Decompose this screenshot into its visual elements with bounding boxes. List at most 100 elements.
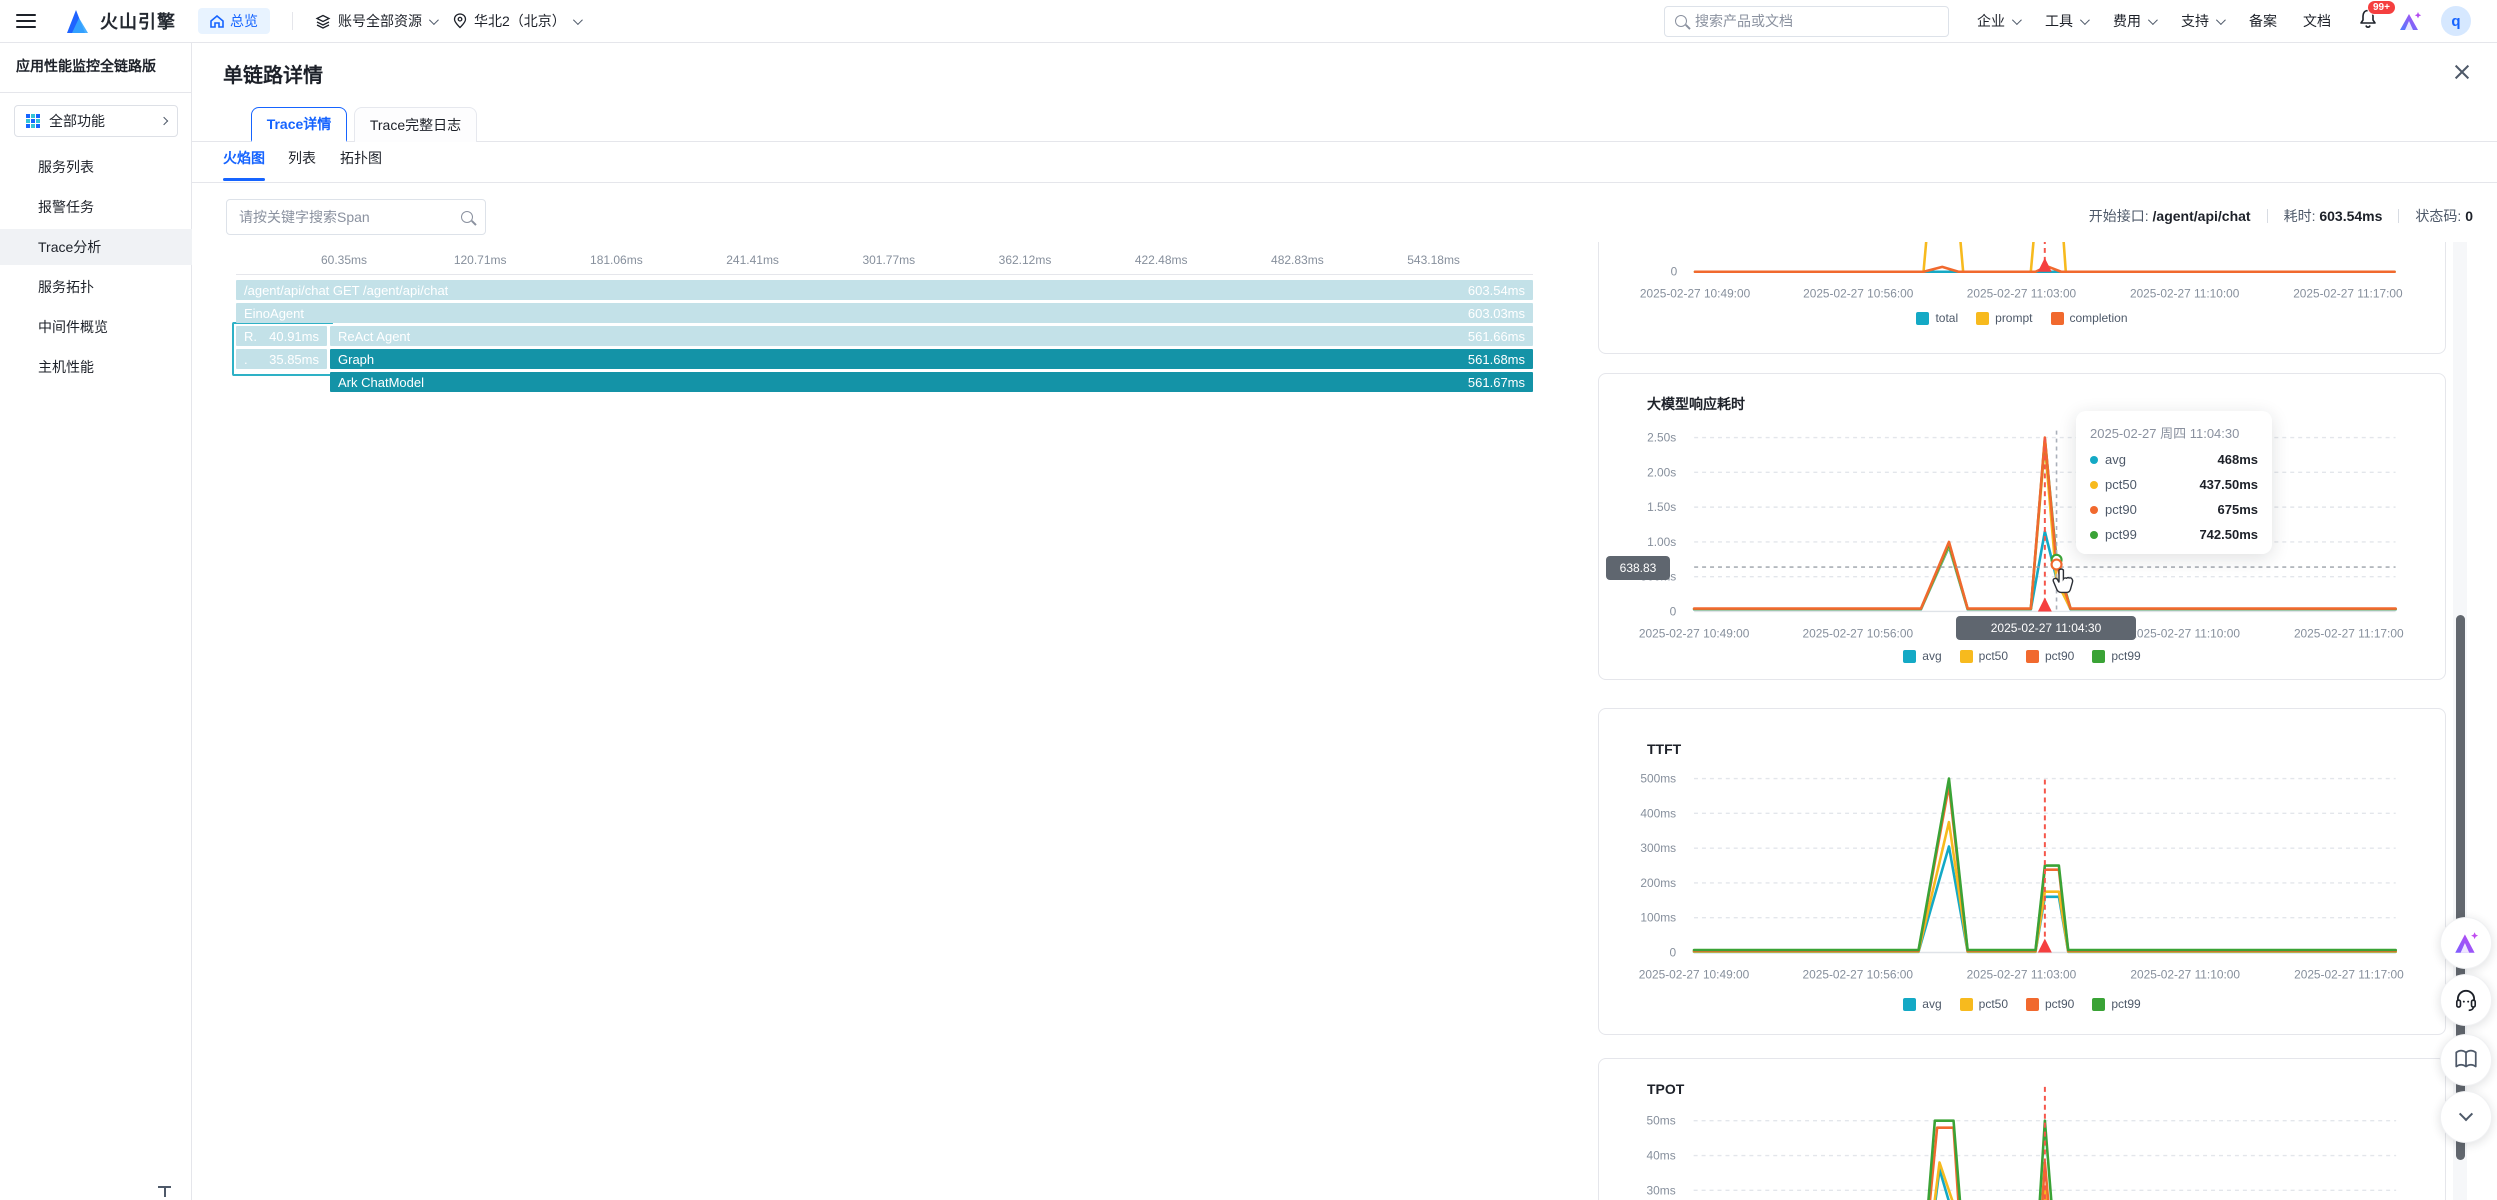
legend-swatch <box>1903 998 1916 1011</box>
flame-axis-tick: 241.41ms <box>708 253 798 267</box>
legend-swatch <box>2026 998 2039 1011</box>
nav-menu-item-支持[interactable]: 支持 <box>2181 11 2223 31</box>
flame-span-bar[interactable]: Ark ChatModel561.67ms <box>330 372 1533 392</box>
span-label: Ark ChatModel <box>338 375 424 390</box>
hamburger-menu-icon[interactable] <box>16 14 36 28</box>
chart-card-ttft: 0100ms200ms300ms400ms500ms2025-02-27 10:… <box>1598 708 2446 1035</box>
close-icon[interactable] <box>2453 63 2471 81</box>
tooltip-timestamp: 2025-02-27 周四 11:04:30 <box>2090 423 2258 442</box>
trace-info-bar: 开始接口: /agent/api/chat耗时: 603.54ms状态码: 0 <box>2089 206 2473 226</box>
info-value: /agent/api/chat <box>2153 208 2251 224</box>
notifications-button[interactable]: 99+ <box>2357 8 2379 35</box>
x-axis-tick-label: 2025-02-27 11:03:00 <box>1967 967 2077 981</box>
legend-item-prompt[interactable]: prompt <box>1976 311 2032 325</box>
nav-menu-item-文档[interactable]: 文档 <box>2303 11 2331 31</box>
legend-item-pct90[interactable]: pct90 <box>2026 649 2074 663</box>
y-axis-tick-label: 2.50s <box>1647 431 1676 445</box>
x-axis-tick-label: 2025-02-27 11:10:00 <box>2130 626 2240 640</box>
flame-span-bar[interactable]: EinoAgent603.03ms <box>236 303 1533 323</box>
tooltip-series-name: pct90 <box>2105 502 2137 517</box>
legend-label: completion <box>2070 311 2128 325</box>
subtab-list[interactable]: 列表 <box>288 148 316 178</box>
location-pin-icon <box>453 13 467 29</box>
flame-span-bar[interactable]: /agent/api/chat GET /agent/api/chat603.5… <box>236 280 1533 300</box>
legend-item-avg[interactable]: avg <box>1903 997 1941 1011</box>
x-axis-tick-label: 2025-02-27 10:49:00 <box>1639 967 1750 981</box>
span-search-input[interactable] <box>239 209 461 225</box>
info-separator <box>2398 209 2399 223</box>
region-selector[interactable]: 华北2（北京） <box>453 11 580 31</box>
grid-apps-icon <box>25 113 41 129</box>
flame-span-bar[interactable]: ReAct Agent561.66ms <box>330 326 1533 346</box>
hover-point-marker <box>2052 560 2062 570</box>
product-search-box[interactable] <box>1664 6 1949 37</box>
flame-axis-tick: 181.06ms <box>571 253 661 267</box>
docs-button[interactable] <box>2440 1034 2492 1086</box>
info-value: 0 <box>2465 208 2473 224</box>
tooltip-series-value: 468ms <box>2218 452 2258 467</box>
flame-span-bar-small[interactable]: .35.85ms <box>236 349 327 369</box>
legend-item-avg[interactable]: avg <box>1903 649 1941 663</box>
all-features-button[interactable]: 全部功能 <box>14 105 178 137</box>
info-separator <box>2267 209 2268 223</box>
legend-item-total[interactable]: total <box>1916 311 1958 325</box>
tooltip-series-value: 675ms <box>2218 502 2258 517</box>
chart-title: TPOT <box>1647 1081 1684 1097</box>
sidebar-item-中间件概览[interactable]: 中间件概览 <box>0 309 192 345</box>
support-button[interactable] <box>2440 974 2492 1026</box>
sidebar-collapse-icon[interactable] <box>158 1186 172 1198</box>
volcano-logo-icon <box>58 5 92 37</box>
tooltip-series-dot <box>2090 481 2098 489</box>
legend-item-completion[interactable]: completion <box>2051 311 2128 325</box>
subtab-flame-graph[interactable]: 火焰图 <box>223 148 265 178</box>
chart-title: TTFT <box>1647 741 1681 757</box>
sidebar-item-服务列表[interactable]: 服务列表 <box>0 149 192 185</box>
span-search-box[interactable] <box>226 199 486 235</box>
overview-button[interactable]: 总览 <box>198 8 270 34</box>
legend-label: avg <box>1922 649 1941 663</box>
flame-axis-tick: 543.18ms <box>1389 253 1479 267</box>
legend-item-pct50[interactable]: pct50 <box>1960 649 2008 663</box>
nav-menu-item-备案[interactable]: 备案 <box>2249 11 2277 31</box>
flame-span-bar-small[interactable]: R.40.91ms <box>236 326 327 346</box>
tab-trace-detail[interactable]: Trace详情 <box>251 107 347 142</box>
user-avatar[interactable]: q <box>2441 6 2471 36</box>
y-axis-tick-label: 500ms <box>1640 772 1676 786</box>
nav-menu-label: 备案 <box>2249 11 2277 31</box>
sidebar-item-Trace分析[interactable]: Trace分析 <box>0 229 192 265</box>
y-axis-tick-label: 400ms <box>1640 806 1676 820</box>
legend-item-pct90[interactable]: pct90 <box>2026 997 2074 1011</box>
nav-menu-item-工具[interactable]: 工具 <box>2045 11 2087 31</box>
legend-item-pct99[interactable]: pct99 <box>2092 649 2140 663</box>
ai-assistant-nav-icon[interactable] <box>2397 9 2423 33</box>
sidebar-item-报警任务[interactable]: 报警任务 <box>0 189 192 225</box>
subtab-topology[interactable]: 拓扑图 <box>340 148 382 178</box>
account-scope-selector[interactable]: 账号全部资源 <box>315 11 436 31</box>
nav-menu-item-费用[interactable]: 费用 <box>2113 11 2155 31</box>
tooltip-series-value: 437.50ms <box>2199 477 2258 492</box>
nav-menu-item-企业[interactable]: 企业 <box>1977 11 2019 31</box>
brand-logo[interactable]: 火山引擎 <box>58 5 176 37</box>
tab-trace-full-log[interactable]: Trace完整日志 <box>354 107 477 142</box>
product-search-input[interactable] <box>1695 13 1915 29</box>
ai-assistant-button[interactable] <box>2440 917 2492 969</box>
collapse-widgets-button[interactable] <box>2440 1091 2492 1143</box>
y-axis-tick-label: 300ms <box>1640 841 1676 855</box>
flame-graph: 60.35ms120.71ms181.06ms241.41ms301.77ms3… <box>236 253 1533 443</box>
legend-item-pct99[interactable]: pct99 <box>2092 997 2140 1011</box>
legend-label: pct99 <box>2111 997 2140 1011</box>
legend-label: pct50 <box>1979 997 2008 1011</box>
tooltip-series-value: 742.50ms <box>2199 527 2258 542</box>
sidebar-item-主机性能[interactable]: 主机性能 <box>0 349 192 385</box>
legend-item-pct50[interactable]: pct50 <box>1960 997 2008 1011</box>
tabs-baseline <box>192 141 2497 142</box>
chevron-down-icon <box>2012 15 2022 25</box>
sidebar-item-服务拓扑[interactable]: 服务拓扑 <box>0 269 192 305</box>
flame-span-bar[interactable]: Graph561.68ms <box>330 349 1533 369</box>
span-label: ReAct Agent <box>338 329 410 344</box>
span-duration: 603.54ms <box>1460 283 1525 298</box>
y-axis-tick-label: 0 <box>1671 265 1678 279</box>
legend-label: pct90 <box>2045 997 2074 1011</box>
x-axis-tick-label: 2025-02-27 11:17:00 <box>2293 287 2403 301</box>
chevron-down-icon <box>573 15 583 25</box>
